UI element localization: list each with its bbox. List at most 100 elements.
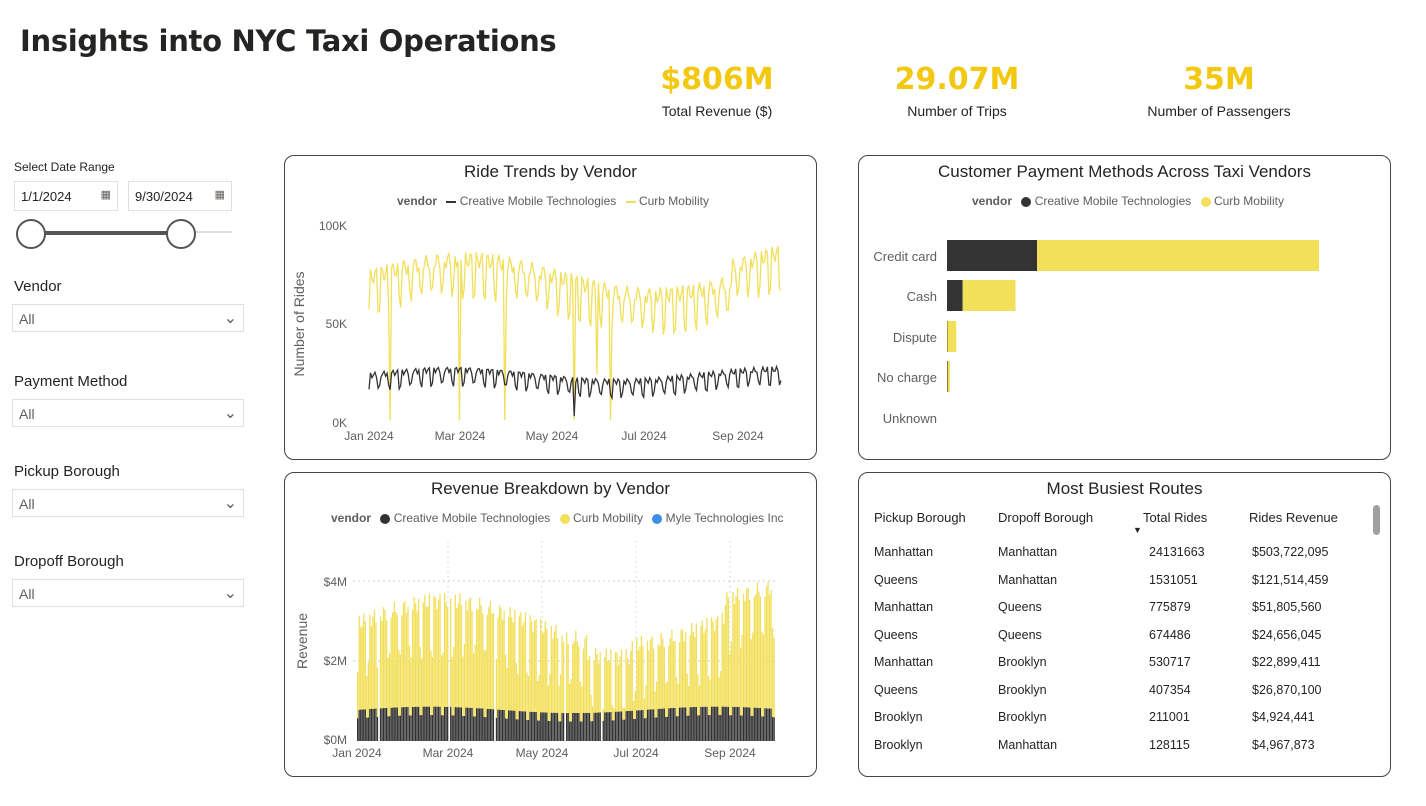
bar-cmt[interactable] (526, 719, 528, 741)
bar-curb[interactable] (424, 594, 426, 707)
bar-cmt[interactable] (500, 709, 502, 741)
bar-curb[interactable] (681, 629, 684, 708)
bar-cmt[interactable] (369, 709, 371, 741)
bar-cmt[interactable] (518, 711, 521, 741)
bar-cmt[interactable] (495, 717, 498, 741)
bar-curb[interactable] (405, 613, 408, 707)
bar-curb[interactable] (390, 617, 392, 708)
bar-curb[interactable] (640, 635, 643, 710)
bar-curb[interactable] (617, 664, 620, 712)
bar-curb[interactable] (535, 619, 537, 712)
bar-cmt[interactable] (489, 709, 492, 741)
bar-cmt[interactable] (439, 706, 441, 741)
bar-cmt[interactable] (634, 718, 636, 741)
bar-cmt[interactable] (430, 715, 432, 741)
bar-curb[interactable] (422, 602, 424, 707)
bar-curb[interactable] (526, 672, 528, 720)
bar-curb[interactable] (575, 630, 577, 713)
bar-curb[interactable] (387, 657, 389, 717)
bar-cmt[interactable] (749, 707, 751, 741)
bar-cmt[interactable] (503, 710, 505, 741)
bar-curb[interactable] (538, 675, 540, 721)
bar-curb[interactable] (572, 643, 574, 713)
bar-curb[interactable] (367, 662, 369, 718)
bar-cmt[interactable] (363, 709, 365, 741)
bar-curb[interactable] (357, 672, 359, 719)
bar-curb[interactable] (756, 582, 758, 708)
bar-curb[interactable] (553, 631, 556, 713)
bar-curb[interactable] (558, 685, 560, 722)
bar-cmt[interactable] (442, 715, 444, 741)
bar-curb[interactable] (622, 707, 624, 720)
bar-curb[interactable] (733, 604, 736, 707)
bar-curb[interactable] (683, 641, 685, 708)
bar-curb[interactable] (485, 650, 487, 718)
bar-curb[interactable] (439, 593, 441, 707)
bar-cmt[interactable] (561, 712, 563, 741)
bar-cmt[interactable] (628, 710, 630, 741)
bar-cmt[interactable] (549, 721, 551, 741)
bar-cmt[interactable] (533, 711, 536, 741)
bar-curb[interactable] (628, 664, 630, 711)
bar-curb[interactable] (770, 590, 772, 709)
bar-cmt[interactable] (457, 707, 459, 741)
bar-curb[interactable] (511, 617, 513, 711)
bar-cmt[interactable] (392, 707, 394, 741)
bar-curb[interactable] (457, 603, 459, 708)
bar-cmt[interactable] (720, 715, 722, 741)
bar-cmt[interactable] (433, 706, 435, 741)
bar-curb[interactable] (527, 676, 530, 720)
bar-cmt[interactable] (730, 715, 733, 741)
bar-cmt[interactable] (401, 707, 403, 741)
bar-curb[interactable] (459, 593, 461, 708)
bar-curb[interactable] (590, 694, 592, 722)
bar-curb[interactable] (645, 684, 647, 719)
bar-cmt[interactable] (460, 707, 463, 741)
bar-cmt[interactable] (591, 721, 594, 741)
bar-cmt[interactable] (668, 708, 670, 741)
bar-cmt[interactable] (370, 708, 373, 741)
bar-cmt[interactable] (733, 706, 736, 741)
bar-curb[interactable] (678, 642, 681, 708)
bar-curb[interactable] (524, 612, 527, 712)
bar-cmt[interactable] (750, 715, 752, 741)
bar-cmt[interactable] (387, 716, 389, 741)
bar-curb[interactable] (651, 635, 653, 710)
bar-cmt[interactable] (357, 718, 359, 741)
bar-curb[interactable] (688, 685, 690, 716)
bar-cmt[interactable] (569, 721, 571, 741)
bar-cmt[interactable] (547, 720, 549, 741)
bar-cmt[interactable] (558, 721, 560, 741)
bar-curb[interactable] (430, 650, 432, 715)
table-row[interactable]: Brooklyn Brooklyn 211001 $4,924,441 (859, 710, 1359, 730)
bar-cmt[interactable] (485, 717, 487, 741)
bar-curb[interactable] (701, 620, 704, 707)
bar-cmt[interactable] (537, 720, 539, 742)
bar-curb[interactable] (517, 673, 519, 720)
bar-curb[interactable] (529, 615, 531, 712)
bar-cmt[interactable] (616, 711, 618, 741)
bar-cmt[interactable] (532, 711, 534, 741)
bar-cmt[interactable] (410, 715, 412, 741)
bar-curb[interactable] (361, 626, 363, 710)
bar-curb[interactable] (639, 646, 641, 711)
bar-curb[interactable] (532, 631, 534, 712)
bar-cmt[interactable] (572, 713, 574, 741)
bar-cmt[interactable] (588, 712, 591, 741)
bar-cmt[interactable] (562, 712, 565, 741)
bar-curb[interactable] (582, 648, 585, 713)
bar-cmt[interactable] (372, 708, 374, 741)
bar-curb[interactable] (729, 654, 731, 716)
bar-curb[interactable] (602, 708, 604, 721)
table-row[interactable]: Queens Manhattan 1531051 $121,514,459 (859, 573, 1359, 593)
bar-cmt[interactable] (706, 706, 708, 741)
bar-curb[interactable] (671, 629, 673, 709)
bar-cmt[interactable] (567, 713, 569, 741)
bar-curb[interactable] (442, 652, 444, 716)
bar-curb[interactable] (479, 597, 481, 709)
bar-curb[interactable] (662, 638, 664, 709)
calendar-icon[interactable]: ▦ (215, 188, 225, 201)
bar-cmt[interactable] (724, 706, 726, 741)
bar-curb[interactable] (723, 623, 725, 707)
bar-cmt[interactable] (764, 708, 766, 741)
